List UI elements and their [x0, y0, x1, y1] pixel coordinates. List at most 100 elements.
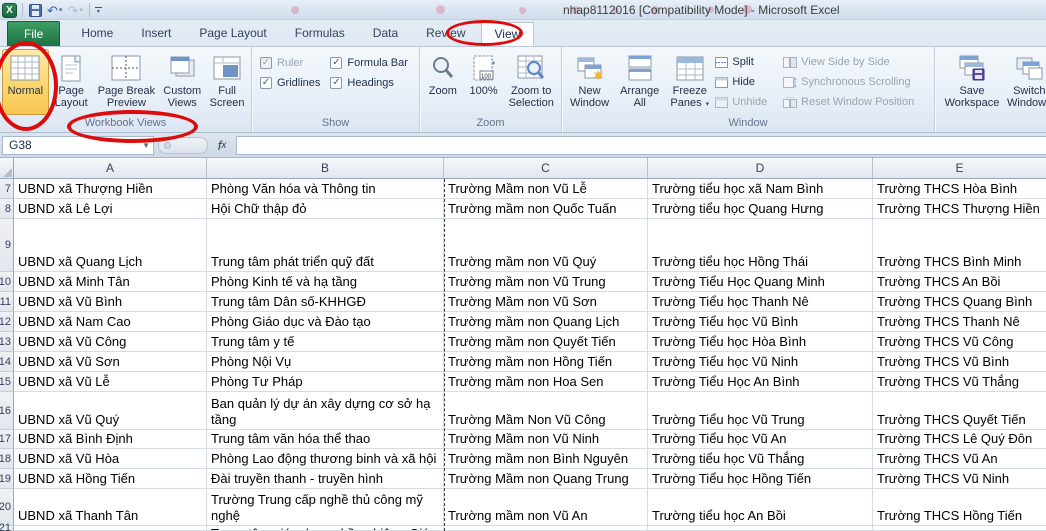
- cell-D12[interactable]: Trường Tiểu học Vũ Bình: [648, 312, 873, 332]
- cell-A14[interactable]: UBND xã Vũ Sơn: [14, 352, 207, 372]
- tab-data[interactable]: Data: [360, 22, 411, 46]
- cell-E7[interactable]: Trường THCS Hòa Bình: [873, 179, 1046, 199]
- switch-windows-button[interactable]: Switch Windows: [1003, 49, 1046, 115]
- cell-D13[interactable]: Trường Tiểu học Hòa Bình: [648, 332, 873, 352]
- name-box[interactable]: G38 ▼: [2, 135, 154, 155]
- cell-D17[interactable]: Trường Tiểu học Vũ An: [648, 430, 873, 449]
- cell-A17[interactable]: UBND xã Bình Định: [14, 430, 207, 449]
- cell-D20[interactable]: Trường tiểu học An Bồi: [648, 489, 873, 526]
- row-header-17[interactable]: 17: [0, 430, 14, 449]
- cell-A15[interactable]: UBND xã Vũ Lễ: [14, 372, 207, 392]
- redo-button[interactable]: ↷ ▾: [66, 2, 83, 18]
- row-header-11[interactable]: 11: [0, 292, 14, 312]
- tab-page-layout[interactable]: Page Layout: [186, 22, 279, 46]
- row-header-13[interactable]: 13: [0, 332, 14, 352]
- excel-app-icon[interactable]: X: [2, 2, 17, 18]
- column-header-D[interactable]: D: [648, 158, 873, 179]
- cell-C9[interactable]: Trường mầm non Vũ Quý: [444, 219, 648, 272]
- cell-A13[interactable]: UBND xã Vũ Công: [14, 332, 207, 352]
- cell-C11[interactable]: Trường Mầm non Vũ Sơn: [444, 292, 648, 312]
- cell-E11[interactable]: Trường THCS Quang Bình: [873, 292, 1046, 312]
- cell-C13[interactable]: Trường mầm non Quyết Tiến: [444, 332, 648, 352]
- freeze-panes-dropdown-arrow-icon[interactable]: ▾: [706, 101, 710, 108]
- row-header-10[interactable]: 10: [0, 272, 14, 292]
- zoom-to-selection-button[interactable]: Zoom to Selection: [503, 49, 559, 115]
- cell-D16[interactable]: Trường Tiểu học Vũ Trung: [648, 392, 873, 430]
- cell-E14[interactable]: Trường THCS Vũ Bình: [873, 352, 1046, 372]
- cell-E10[interactable]: Trường THCS An Bồi: [873, 272, 1046, 292]
- zoom-button[interactable]: Zoom: [422, 49, 464, 115]
- cell-E15[interactable]: Trường THCS Vũ Thắng: [873, 372, 1046, 392]
- row-header-8[interactable]: 8: [0, 199, 14, 219]
- cell-B16[interactable]: Ban quản lý dự án xây dựng cơ sở hạ tầng: [207, 392, 444, 430]
- tab-home[interactable]: Home: [68, 22, 126, 46]
- cell-B10[interactable]: Phòng Kinh tế và hạ tầng: [207, 272, 444, 292]
- save-button[interactable]: [28, 2, 43, 18]
- zoom-100-button[interactable]: 100 100%: [464, 49, 504, 115]
- cell-B15[interactable]: Phòng Tư Pháp: [207, 372, 444, 392]
- customize-qat-button[interactable]: ▾: [94, 6, 102, 15]
- column-header-B[interactable]: B: [207, 158, 444, 179]
- cell-E8[interactable]: Trường THCS Thượng Hiền: [873, 199, 1046, 219]
- cell-B21[interactable]: Trung tâm giáo dục nghề nghiệp - Giáo: [207, 526, 444, 531]
- row-header-12[interactable]: 12: [0, 312, 14, 332]
- freeze-panes-button[interactable]: Freeze Panes ▾: [664, 49, 715, 115]
- cell-B14[interactable]: Phòng Nội Vụ: [207, 352, 444, 372]
- cell-A9[interactable]: UBND xã Quang Lịch: [14, 219, 207, 272]
- full-screen-button[interactable]: Full Screen: [205, 49, 249, 115]
- cell-D9[interactable]: Trường tiểu học Hồng Thái: [648, 219, 873, 272]
- cell-C18[interactable]: Trường mầm non Bình Nguyên: [444, 449, 648, 469]
- undo-button[interactable]: ↶ ▾: [46, 2, 63, 18]
- headings-checkbox[interactable]: ✓ Headings: [330, 77, 408, 89]
- cell-A12[interactable]: UBND xã Nam Cao: [14, 312, 207, 332]
- row-header-19[interactable]: 19: [0, 469, 14, 489]
- cell-B11[interactable]: Trung tâm Dân số-KHHGĐ: [207, 292, 444, 312]
- cell-E16[interactable]: Trường THCS Quyết Tiến: [873, 392, 1046, 430]
- cell-E9[interactable]: Trường THCS Bình Minh: [873, 219, 1046, 272]
- tab-file[interactable]: File: [7, 21, 61, 46]
- cell-B17[interactable]: Trung tâm văn hóa thể thao: [207, 430, 444, 449]
- cell-C14[interactable]: Trường mầm non Hồng Tiến: [444, 352, 648, 372]
- page-layout-view-button[interactable]: Page Layout: [49, 49, 94, 115]
- tab-formulas[interactable]: Formulas: [282, 22, 358, 46]
- cell-E13[interactable]: Trường THCS Vũ Công: [873, 332, 1046, 352]
- arrange-all-button[interactable]: Arrange All: [615, 49, 664, 115]
- gridlines-checkbox[interactable]: ✓ Gridlines: [260, 77, 320, 89]
- cell-A21[interactable]: [14, 526, 207, 531]
- cell-C12[interactable]: Trường mầm non Quang Lịch: [444, 312, 648, 332]
- row-header-7[interactable]: 7: [0, 179, 14, 199]
- cell-B13[interactable]: Trung tâm y tế: [207, 332, 444, 352]
- cell-B7[interactable]: Phòng Văn hóa và Thông tin: [207, 179, 444, 199]
- cell-D8[interactable]: Trường tiểu học Quang Hưng: [648, 199, 873, 219]
- row-header-16[interactable]: 16: [0, 392, 14, 430]
- cell-A16[interactable]: UBND xã Vũ Quý: [14, 392, 207, 430]
- cell-A8[interactable]: UBND xã Lê Lợi: [14, 199, 207, 219]
- column-header-E[interactable]: E: [873, 158, 1046, 179]
- row-header-18[interactable]: 18: [0, 449, 14, 469]
- cell-C7[interactable]: Trường Mầm non Vũ Lễ: [444, 179, 648, 199]
- cell-E19[interactable]: Trường THCS Vũ Ninh: [873, 469, 1046, 489]
- cell-C17[interactable]: Trường Mầm non Vũ Ninh: [444, 430, 648, 449]
- cell-D7[interactable]: Trường tiểu học xã Nam Bình: [648, 179, 873, 199]
- cell-D11[interactable]: Trường Tiểu học Thanh Nê: [648, 292, 873, 312]
- cell-B19[interactable]: Đài truyền thanh - truyền hình: [207, 469, 444, 489]
- cell-D21[interactable]: [648, 526, 873, 531]
- normal-view-button[interactable]: Normal: [2, 49, 49, 115]
- name-box-dropdown-arrow-icon[interactable]: ▼: [142, 141, 150, 150]
- new-window-button[interactable]: New Window: [564, 49, 615, 115]
- cell-D19[interactable]: Trường Tiểu học Hồng Tiến: [648, 469, 873, 489]
- insert-function-button[interactable]: fx: [208, 136, 236, 155]
- cell-C8[interactable]: Trường mầm non Quốc Tuấn: [444, 199, 648, 219]
- cell-D14[interactable]: Trường Tiểu học Vũ Ninh: [648, 352, 873, 372]
- cell-B18[interactable]: Phòng Lao động thương binh và xã hội: [207, 449, 444, 469]
- cell-E18[interactable]: Trường THCS Vũ An: [873, 449, 1046, 469]
- row-header-14[interactable]: 14: [0, 352, 14, 372]
- cell-C16[interactable]: Trường Mầm Non Vũ Công: [444, 392, 648, 430]
- split-button[interactable]: Split: [715, 53, 774, 71]
- tab-view[interactable]: View: [480, 22, 535, 46]
- cell-A10[interactable]: UBND xã Minh Tân: [14, 272, 207, 292]
- cell-C20[interactable]: Trường mầm non Vũ An: [444, 489, 648, 526]
- row-header-15[interactable]: 15: [0, 372, 14, 392]
- page-break-preview-button[interactable]: Page Break Preview: [94, 49, 160, 115]
- cell-A7[interactable]: UBND xã Thượng Hiền: [14, 179, 207, 199]
